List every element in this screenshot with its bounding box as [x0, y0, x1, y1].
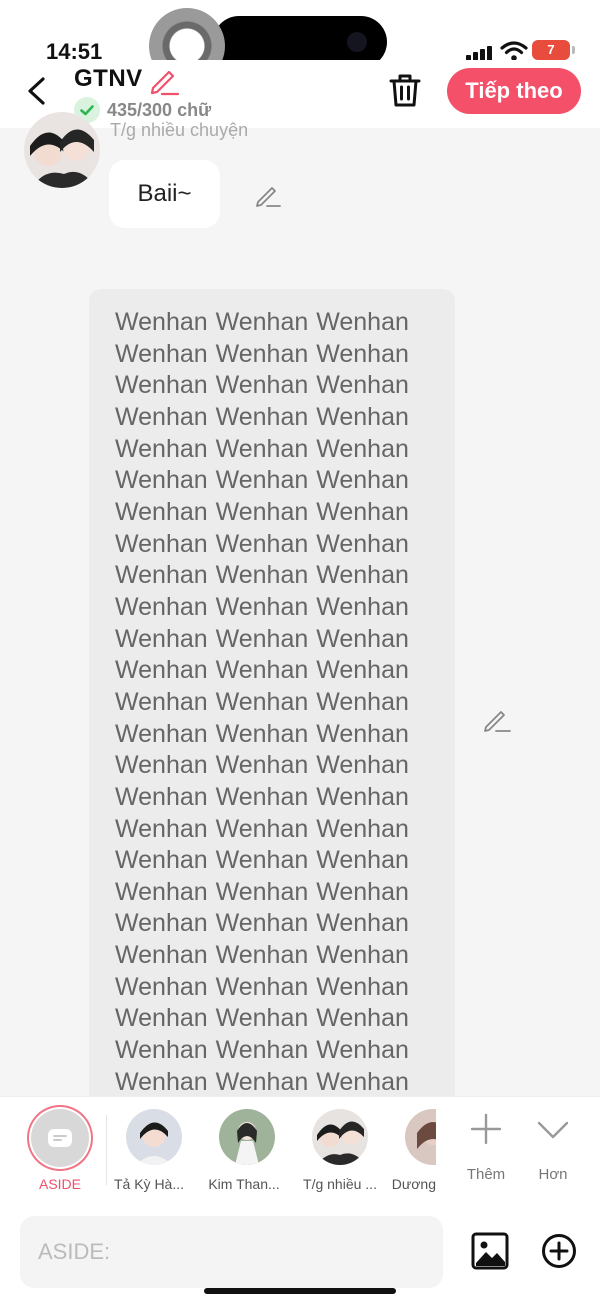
add-character-label[interactable]: Thêm [458, 1166, 514, 1183]
edit-title-icon[interactable] [148, 64, 180, 96]
character-selector: ASIDE Tả Kỳ Hà... Kim Than... T/g nhiều … [0, 1096, 600, 1205]
edit-icon[interactable] [482, 704, 512, 734]
message-bubble-long[interactable]: Wenhan Wenhan Wenhan Wenhan Wenhan Wenha… [89, 289, 455, 1119]
message-input[interactable]: ASIDE: [20, 1216, 443, 1288]
editor-header: GTNV 435/300 chữ Tiếp theo [0, 60, 600, 128]
word-count: 435/300 chữ [107, 100, 212, 120]
signal-icon [466, 43, 496, 61]
character-avatar[interactable] [219, 1109, 275, 1165]
character-name: Dương [391, 1176, 436, 1192]
character-avatar[interactable] [312, 1109, 368, 1165]
character-name: Tả Kỳ Hà... [113, 1176, 185, 1192]
status-bar: 14:51 7 [0, 0, 600, 84]
story-title[interactable]: GTNV [74, 65, 143, 93]
wifi-icon [500, 41, 528, 61]
add-character-icon[interactable] [468, 1111, 504, 1147]
home-indicator[interactable] [204, 1288, 396, 1294]
character-avatar[interactable] [405, 1109, 436, 1165]
speaker-name: T/g nhiều chuyện [110, 120, 249, 140]
message-text: Wenhan Wenhan Wenhan Wenhan Wenhan Wenha… [115, 308, 409, 1096]
aside-button[interactable] [31, 1109, 89, 1167]
image-icon[interactable] [471, 1232, 509, 1270]
battery-indicator: 7 [532, 40, 575, 60]
avatar[interactable] [24, 112, 100, 188]
add-circle-icon[interactable] [541, 1233, 577, 1269]
edit-icon[interactable] [254, 180, 282, 208]
next-button[interactable]: Tiếp theo [447, 68, 581, 114]
back-arrow-icon[interactable] [22, 74, 52, 108]
character-name: Kim Than... [208, 1176, 280, 1192]
composer-bar: ASIDE: [0, 1204, 600, 1300]
note-icon [48, 1129, 72, 1147]
character-avatar[interactable] [126, 1109, 182, 1165]
chevron-down-icon[interactable] [535, 1115, 571, 1143]
more-label[interactable]: Hơn [525, 1166, 581, 1183]
character-name: T/g nhiều ... [303, 1176, 377, 1192]
trash-icon[interactable] [388, 72, 422, 108]
camera-icon [347, 32, 367, 52]
message-bubble[interactable]: Baii~ [109, 160, 220, 228]
divider [106, 1115, 107, 1185]
aside-label: ASIDE [38, 1176, 81, 1192]
